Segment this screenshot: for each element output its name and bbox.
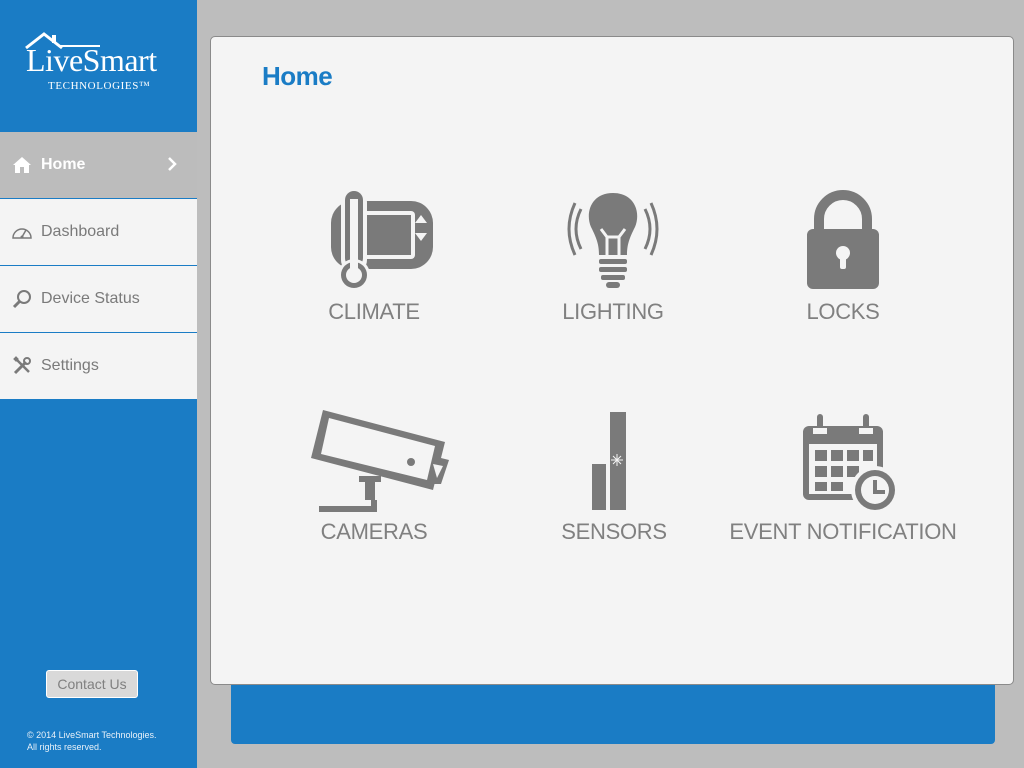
tile-label: CLIMATE [328, 299, 420, 324]
camera-icon [311, 410, 449, 512]
speedometer-icon [11, 221, 33, 243]
tools-icon [11, 355, 33, 377]
lightbulb-icon [567, 193, 659, 288]
logo-subtitle: TECHNOLOGIES™ [48, 80, 151, 92]
tile-climate[interactable]: CLIMATE [254, 177, 494, 357]
tile-label: LIGHTING [562, 299, 664, 324]
padlock-icon [807, 190, 879, 289]
sidebar-nav: Home Dashboard Device Status Settings [0, 132, 197, 400]
thermostat-icon [331, 189, 433, 291]
sidebar: LiveSmart TECHNOLOGIES™ Home Dashboard D… [0, 0, 197, 768]
sidebar-item-dashboard[interactable]: Dashboard [0, 199, 197, 266]
tile-event-notification[interactable]: EVENT NOTIFICATION [723, 402, 963, 582]
chevron-right-icon [167, 156, 177, 177]
calendar-clock-icon [803, 414, 899, 514]
app-window: LiveSmart TECHNOLOGIES™ Home Dashboard D… [0, 0, 1024, 768]
search-icon [11, 288, 33, 310]
copyright-line: © 2014 LiveSmart Technologies. [27, 730, 157, 740]
tile-lighting[interactable]: LIGHTING [493, 177, 733, 357]
tile-label: EVENT NOTIFICATION [729, 519, 957, 544]
contact-us-button[interactable]: Contact Us [46, 670, 138, 698]
tile-locks[interactable]: LOCKS [723, 177, 963, 357]
tile-sensors[interactable]: SENSORS [494, 402, 734, 582]
home-icon [11, 154, 33, 176]
logo: LiveSmart TECHNOLOGIES™ [0, 0, 197, 132]
main-panel: Home CLIMATE LIGHTING LOCKS CAMERAS SENS… [210, 36, 1014, 685]
bottom-bar [231, 680, 995, 744]
sensor-icon [592, 412, 626, 510]
sidebar-item-device-status[interactable]: Device Status [0, 266, 197, 333]
sidebar-item-label: Settings [41, 357, 99, 374]
sidebar-item-label: Home [41, 156, 86, 173]
page-title: Home [262, 61, 333, 91]
rights-line: All rights reserved. [27, 742, 102, 752]
logo-brand: LiveSmart [26, 42, 157, 78]
tile-label: SENSORS [561, 519, 667, 544]
sidebar-item-label: Dashboard [41, 223, 120, 240]
sidebar-item-home[interactable]: Home [0, 132, 197, 199]
tile-cameras[interactable]: CAMERAS [254, 402, 494, 582]
sidebar-item-settings[interactable]: Settings [0, 333, 197, 400]
tile-label: LOCKS [806, 299, 880, 324]
tile-label: CAMERAS [320, 519, 428, 544]
sidebar-item-label: Device Status [41, 290, 140, 307]
copyright-footer: © 2014 LiveSmart Technologies. All right… [27, 729, 157, 753]
